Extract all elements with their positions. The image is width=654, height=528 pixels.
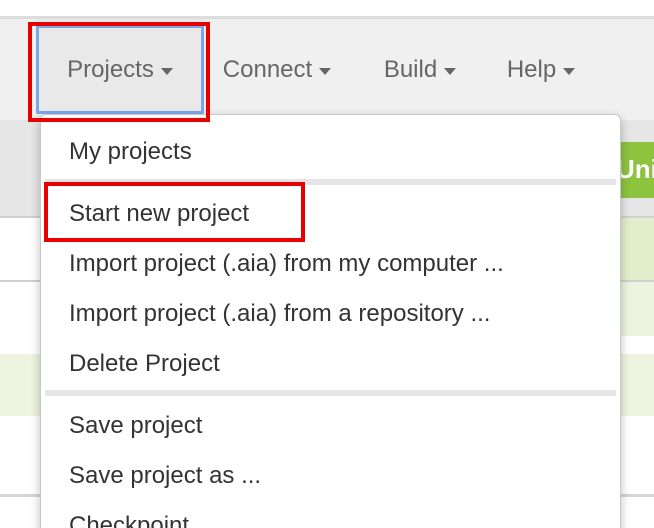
nav-build-label: Build <box>383 55 438 83</box>
projects-dropdown-menu: My projects Start new project Import pro… <box>40 114 621 528</box>
caret-down-icon <box>563 67 576 75</box>
focus-ring <box>36 25 204 114</box>
menu-item-save-project-as[interactable]: Save project as ... <box>69 461 261 491</box>
menu-item-delete-project[interactable]: Delete Project <box>69 349 220 379</box>
menu-item-import-from-computer[interactable]: Import project (.aia) from my computer .… <box>69 249 504 279</box>
menu-separator <box>45 390 616 396</box>
green-tab-label: Uni <box>616 154 654 184</box>
caret-down-icon <box>319 67 332 75</box>
nav-help-menu[interactable]: Help <box>496 19 586 120</box>
menu-item-my-projects[interactable]: My projects <box>69 137 192 167</box>
app-inventor-screen: Projects Connect Build Help Uni My proje… <box>0 0 654 528</box>
nav-help-label: Help <box>506 55 557 83</box>
caret-down-icon <box>444 67 457 75</box>
menu-item-checkpoint[interactable]: Checkpoint <box>69 511 189 528</box>
nav-connect-menu[interactable]: Connect <box>212 19 342 120</box>
nav-connect-label: Connect <box>222 55 313 83</box>
nav-projects-menu[interactable]: Projects <box>36 19 204 120</box>
nav-build-menu[interactable]: Build <box>372 19 468 120</box>
top-strip <box>0 0 654 16</box>
menu-separator <box>45 179 616 185</box>
menu-item-save-project[interactable]: Save project <box>69 411 202 441</box>
menu-item-import-from-repository[interactable]: Import project (.aia) from a repository … <box>69 299 490 329</box>
menu-item-start-new-project[interactable]: Start new project <box>69 199 249 229</box>
top-nav-bar: Projects Connect Build Help <box>0 19 654 120</box>
